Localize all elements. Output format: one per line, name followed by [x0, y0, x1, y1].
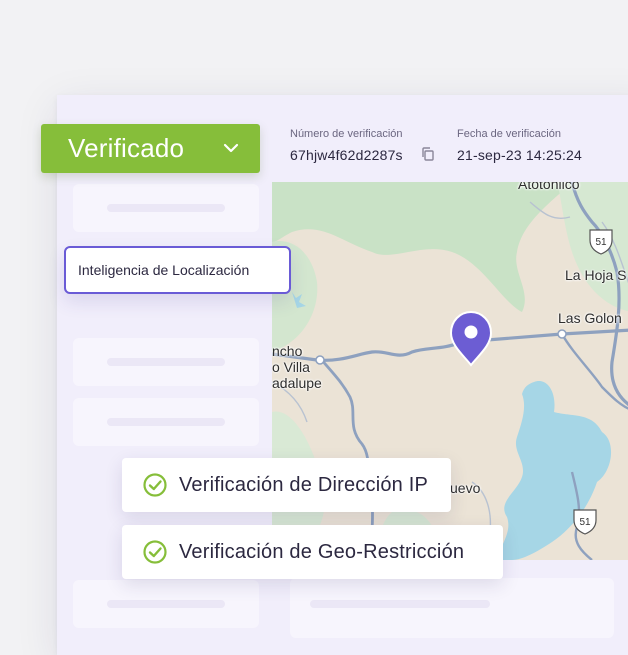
- map-label: adalupe: [272, 375, 322, 391]
- ip-verification-card: Verificación de Dirección IP: [122, 458, 451, 512]
- verification-number: 67hjw4f62d2287s: [290, 147, 403, 163]
- location-intelligence-label: Inteligencia de Localización: [78, 262, 250, 278]
- road: [272, 328, 628, 362]
- check-circle-icon: [143, 473, 167, 497]
- verification-date-label: Fecha de verificación: [457, 128, 561, 140]
- ip-verification-label: Verificación de Dirección IP: [179, 473, 429, 496]
- verification-date: 21-sep-23 14:25:24: [457, 147, 583, 163]
- road: [560, 333, 628, 410]
- geo-restriction-card: Verificación de Geo-Restricción: [122, 525, 503, 579]
- check-circle-icon: [143, 540, 167, 564]
- town-marker: [315, 355, 325, 365]
- map-label: Las Golon: [558, 310, 622, 326]
- copy-icon[interactable]: [420, 146, 436, 162]
- svg-text:51: 51: [595, 237, 607, 248]
- placeholder-card: [73, 338, 259, 386]
- status-dropdown[interactable]: Verificado: [41, 124, 260, 173]
- placeholder-card: [73, 580, 259, 628]
- town-marker: [557, 329, 567, 339]
- map-label: ncho: [272, 343, 303, 359]
- map-label: o Villa: [272, 359, 310, 375]
- verification-number-label: Número de verificación: [290, 128, 403, 140]
- geo-restriction-label: Verificación de Geo-Restricción: [179, 540, 465, 563]
- location-intelligence-tag[interactable]: Inteligencia de Localización: [64, 246, 291, 294]
- status-label: Verificado: [68, 133, 185, 163]
- placeholder-card: [290, 578, 614, 638]
- map-label: Atotonilco: [518, 182, 580, 192]
- location-pin-icon[interactable]: [449, 310, 493, 367]
- chevron-down-icon: [223, 143, 239, 153]
- map-label: La Hoja S: [565, 267, 627, 283]
- placeholder-card: [73, 398, 259, 446]
- placeholder-card: [73, 184, 259, 232]
- svg-text:51: 51: [579, 517, 591, 528]
- map-label: uevo: [450, 480, 481, 496]
- lake: [497, 381, 612, 560]
